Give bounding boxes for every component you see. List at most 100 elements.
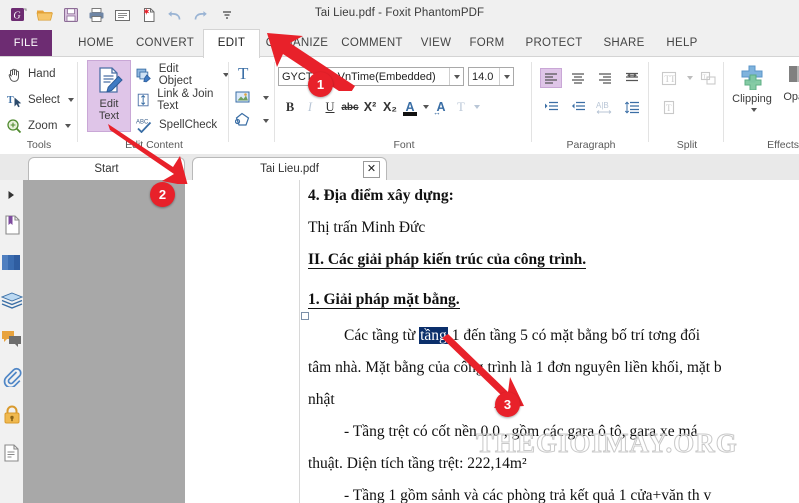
sidebar-item-security[interactable]: [0, 396, 23, 434]
group-divider: [77, 62, 78, 142]
add-image-icon: [235, 91, 250, 103]
chevron-down-icon[interactable]: [471, 97, 482, 117]
clipping-button[interactable]: Clipping: [727, 60, 777, 132]
page-thumbnails-icon: [2, 255, 20, 270]
indent-decrease-button[interactable]: [567, 97, 589, 117]
tab-help[interactable]: HELP: [658, 30, 706, 57]
split-horizontal-button[interactable]: TT: [658, 68, 680, 88]
comments-icon: [2, 331, 21, 347]
underline-button[interactable]: U: [320, 97, 340, 117]
watermark: THEGIOIMAY.ORG: [476, 428, 738, 459]
zoom-tool-button[interactable]: Zoom: [0, 113, 78, 139]
clipping-label: Clipping: [732, 93, 772, 105]
tab-edit[interactable]: EDIT: [203, 29, 260, 58]
doc-line-3[interactable]: II. Các giải pháp kiến trúc của công trì…: [308, 251, 587, 269]
tab-view[interactable]: VIEW: [412, 30, 460, 57]
link-join-text-button[interactable]: Link & Join Text: [136, 87, 229, 112]
foxit-phantompdf-window: G Tai Lieu.pdf - Foxit PhantomPDF FILE H…: [0, 0, 799, 503]
sidebar-item-page-thumbnails[interactable]: [0, 244, 23, 282]
font-color-swatch: [403, 112, 417, 116]
text-block-handle[interactable]: [301, 312, 309, 320]
superscript-button[interactable]: X²: [360, 97, 380, 117]
font-color-button[interactable]: A: [400, 97, 420, 117]
expand-nav-pane-button[interactable]: [0, 184, 23, 206]
edit-object-label: Edit Object: [158, 62, 192, 87]
split-vertical-button[interactable]: T: [658, 97, 680, 117]
edit-text-label-line2: Text: [98, 110, 120, 122]
doc-line-7[interactable]: nhật: [308, 392, 335, 408]
tab-form[interactable]: FORM: [462, 30, 512, 57]
horizontal-scale-button[interactable]: A|B: [594, 97, 616, 117]
align-left-button[interactable]: [540, 68, 562, 88]
align-center-button[interactable]: [567, 68, 589, 88]
ribbon-group-paragraph: A|B Paragraph: [533, 57, 649, 153]
doc-line-10[interactable]: - Tầng 1 gồm sảnh và các phòng trả kết q…: [308, 488, 711, 503]
close-tab-icon[interactable]: ✕: [363, 161, 380, 178]
doc-line-2-text: Thị trấn Minh Đức: [308, 219, 426, 236]
document-tab-tai-lieu[interactable]: Tai Lieu.pdf ✕: [192, 157, 387, 180]
doc-line-1[interactable]: 4. Địa điểm xây dựng:: [308, 188, 454, 204]
indent-increase-icon: [544, 101, 558, 111]
callout-arrow-2: [108, 124, 188, 184]
doc-line-5-part-a: Các tầng từ: [344, 327, 420, 344]
hand-tool-label: Hand: [28, 68, 56, 80]
pdf-page[interactable]: 4. Địa điểm xây dựng: Thị trấn Minh Đức …: [299, 180, 799, 503]
svg-text:T: T: [7, 95, 14, 106]
opacity-button[interactable]: Opacity: [777, 60, 799, 132]
indent-increase-button[interactable]: [540, 97, 562, 117]
chevron-down-icon[interactable]: [263, 95, 269, 100]
italic-button[interactable]: I: [300, 97, 320, 117]
hand-tool-button[interactable]: Hand: [0, 61, 78, 87]
strikethrough-button[interactable]: abc: [340, 97, 360, 117]
navigation-pane[interactable]: [23, 180, 186, 503]
text-transform-button[interactable]: T: [451, 97, 471, 117]
align-right-icon: [599, 73, 611, 84]
subscript-button[interactable]: X₂: [380, 97, 400, 117]
tab-convert[interactable]: CONVERT: [129, 30, 201, 57]
split-grid-button[interactable]: T: [697, 68, 719, 88]
expand-arrow-icon: [8, 191, 14, 199]
link-join-text-label: Link & Join Text: [157, 87, 214, 112]
title-bar: G Tai Lieu.pdf - Foxit PhantomPDF: [0, 0, 799, 31]
split-grid-icon: T: [700, 71, 716, 85]
sidebar-item-digital-signature[interactable]: [0, 434, 23, 472]
chevron-down-icon[interactable]: [65, 124, 72, 128]
chevron-down-icon[interactable]: [687, 76, 693, 80]
tab-protect[interactable]: PROTECT: [516, 30, 592, 57]
character-spacing-button[interactable]: A ↔: [431, 97, 451, 117]
sidebar-item-attachments[interactable]: [0, 358, 23, 396]
svg-text:TT: TT: [665, 74, 676, 84]
align-justify-button[interactable]: [621, 68, 643, 88]
select-tool-label: Select: [28, 94, 60, 106]
chevron-down-icon[interactable]: [499, 68, 513, 85]
chevron-down-icon[interactable]: [263, 118, 269, 123]
bold-button[interactable]: B: [280, 97, 300, 117]
sidebar-item-layers[interactable]: [0, 282, 23, 320]
align-right-button[interactable]: [594, 68, 616, 88]
doc-line-4[interactable]: 1. Giải pháp mặt bằng.: [308, 291, 460, 309]
group-label-split: Split: [676, 139, 698, 151]
font-size-field[interactable]: 14.0: [468, 67, 514, 86]
clipping-icon: [741, 65, 763, 90]
chevron-down-icon[interactable]: [750, 108, 757, 112]
svg-text:A|B: A|B: [596, 101, 609, 110]
tab-home[interactable]: HOME: [63, 30, 129, 57]
edit-object-button[interactable]: Edit Object: [136, 62, 229, 87]
tab-share[interactable]: SHARE: [596, 30, 652, 57]
chevron-down-icon[interactable]: [420, 97, 431, 117]
chevron-down-icon[interactable]: [67, 98, 74, 102]
callout-badge-2: 2: [150, 182, 175, 207]
window-title: Tai Lieu.pdf - Foxit PhantomPDF: [314, 7, 485, 19]
sidebar-item-bookmarks[interactable]: [0, 206, 23, 244]
doc-line-1-text: 4. Địa điểm xây dựng:: [308, 187, 454, 204]
line-spacing-button[interactable]: [621, 97, 643, 117]
chevron-down-icon[interactable]: [449, 68, 463, 85]
doc-line-4-text: 1. Giải pháp mặt bằng.: [308, 291, 460, 309]
tab-file[interactable]: FILE: [0, 30, 52, 57]
select-tool-button[interactable]: T Select: [0, 87, 78, 113]
zoom-tool-label: Zoom: [28, 120, 58, 132]
doc-line-2[interactable]: Thị trấn Minh Đức: [308, 220, 425, 236]
add-shape-button[interactable]: [235, 109, 269, 132]
opacity-label: Opacity: [783, 91, 799, 103]
sidebar-item-comments[interactable]: [0, 320, 23, 358]
